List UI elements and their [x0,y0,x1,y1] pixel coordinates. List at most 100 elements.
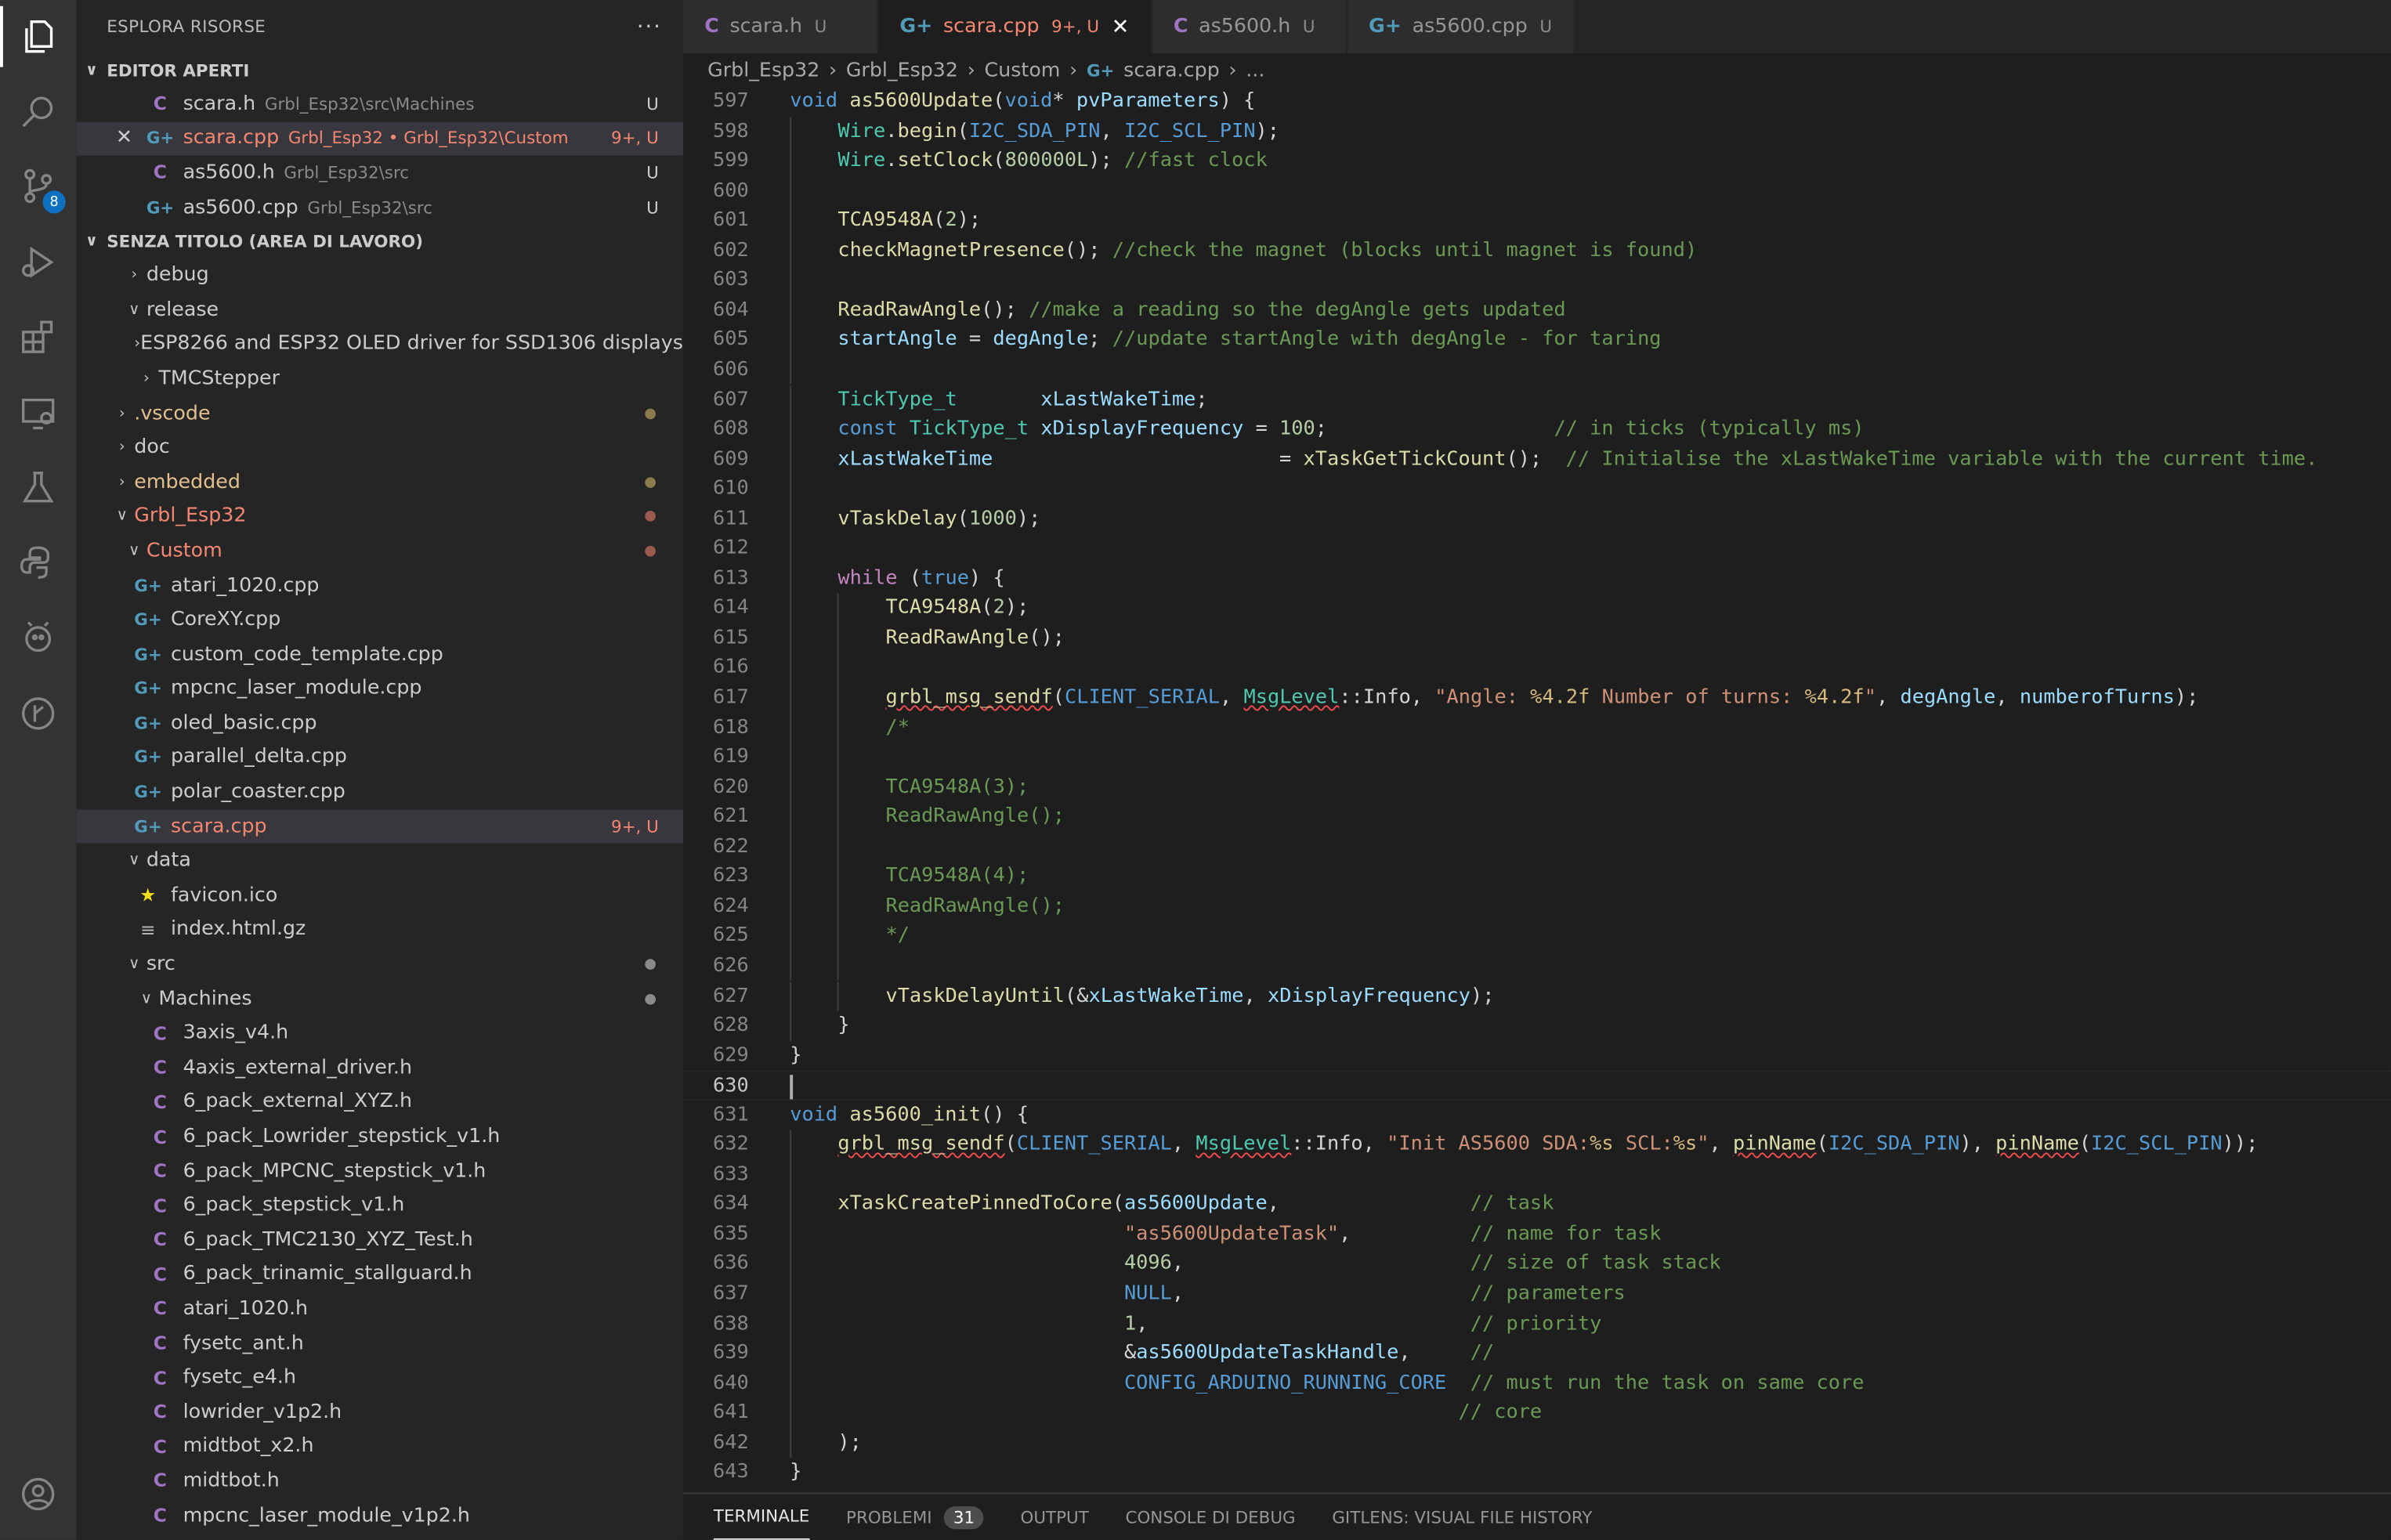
explorer-icon[interactable] [14,13,63,61]
folder-item[interactable]: › .vscode [76,396,683,431]
tab-status: U [1302,16,1315,37]
indent-guide [837,623,840,653]
breadcrumb-item[interactable]: scara.cpp [1123,59,1220,81]
file-item[interactable]: G+ parallel_delta.cpp [76,740,683,775]
line-number: 642 [712,1431,749,1455]
folder-item[interactable]: › embedded [76,465,683,500]
file-item[interactable]: C 6_pack_TMC2130_XYZ_Test.h [76,1223,683,1257]
breadcrumb-item[interactable]: Custom [985,59,1061,81]
open-editor-item[interactable]: Cas5600.h Grbl_Esp32\src U [76,156,683,190]
file-item[interactable]: C 6_pack_stepstick_v1.h [76,1188,683,1223]
file-item[interactable]: C 3axis_v4.h [76,1016,683,1050]
testing-icon[interactable] [14,464,63,512]
file-item[interactable]: Cmidtbot_x2.h [76,1430,683,1464]
file-item[interactable]: C 6_pack_trinamic_stallguard.h [76,1257,683,1292]
code-text: Wire.setClock(800000L); //fast clock [837,146,1267,176]
code-editor[interactable]: 597 void as5600Update(void* pvParameters)… [682,86,2391,1493]
editor-tabs: Cscara.h U G+ scara.cpp 9+, U ✕ Cas5600.h U G+ as… [682,0,2391,54]
tab-scara-cpp[interactable]: G+ scara.cpp 9+, U ✕ [878,0,1152,54]
python-icon[interactable] [14,538,63,587]
gitlens-icon[interactable] [14,689,63,738]
file-item[interactable]: C 6_pack_Lowrider_stepstick_v1.h [76,1119,683,1154]
remote-explorer-icon[interactable] [14,389,63,437]
file-item[interactable]: Cfysetc_e4.h [76,1361,683,1395]
file-item[interactable]: C 4axis_external_driver.h [76,1050,683,1085]
tab-scara-h[interactable]: Cscara.h U [682,0,879,54]
search-icon[interactable] [14,87,63,136]
account-icon[interactable] [14,1470,63,1518]
file-item[interactable]: Cfysetc_ant.h [76,1326,683,1361]
more-actions-icon[interactable]: ··· [637,14,662,38]
open-editor-item[interactable]: Cscara.h Grbl_Esp32\src\Machines U [76,87,683,121]
tab-as5600-cpp[interactable]: G+ as5600.cpp U [1347,0,1575,54]
folder-item[interactable]: ∨ src [76,947,683,981]
c-file-icon: C [153,1470,167,1492]
code-token: ; [1315,418,1554,441]
code-text: void as5600_init() { [790,1101,1029,1130]
code-text: */ [885,921,909,951]
file-item[interactable]: G+ polar_coaster.cpp [76,775,683,809]
close-icon[interactable]: ✕ [1112,14,1130,38]
folder-item[interactable]: › doc [76,431,683,465]
folder-item[interactable]: › ESP8266 and ESP32 OLED driver for SSD13… [76,327,683,362]
line-number: 622 [712,835,749,859]
file-item[interactable]: G+ scara.cpp 9+, U [76,809,683,844]
line-number: 625 [712,924,749,948]
file-item[interactable]: G+ oled_basic.cpp [76,706,683,740]
file-item[interactable]: G+ CoreXY.cpp [76,602,683,637]
code-token: ); [837,1431,862,1455]
file-item[interactable]: G+ atari_1020.cpp [76,568,683,602]
folder-item[interactable]: › TMCStepper [76,362,683,396]
line-number: 608 [712,418,749,441]
file-item[interactable]: G+ mpcnc_laser_module.cpp [76,671,683,706]
code-token: xDisplayFrequency [1040,418,1244,441]
code-token: // size of task stack [1470,1252,1721,1276]
code-text: grbl_msg_sendf(CLIENT_SERIAL, MsgLevel::… [837,1130,2258,1160]
file-item[interactable]: Cmidtbot.h [76,1464,683,1498]
panel-tab[interactable]: PROBLEMI 31 [846,1494,984,1539]
tree-item-label: 6_pack_external_XYZ.h [183,1090,413,1114]
panel-tab[interactable]: GITLENS: VISUAL FILE HISTORY [1332,1494,1592,1539]
close-icon[interactable]: ✕ [116,127,132,150]
code-text: } [790,1458,801,1488]
code-token: ; [1196,388,1208,411]
cpp-file-icon: G+ [134,644,162,665]
folder-item[interactable]: ∨ Grbl_Esp32 [76,500,683,534]
line-number: 611 [712,507,749,530]
file-item[interactable]: ★ favicon.ico [76,878,683,913]
folder-item[interactable]: ∨ Machines [76,981,683,1016]
code-line: 634 xTaskCreatePinnedToCore(as5600Update,… [683,1189,2391,1220]
folder-item[interactable]: ∨ data [76,844,683,878]
open-editor-item[interactable]: ✕ G+ scara.cpp Grbl_Esp32 • Grbl_Esp32\Cust… [76,121,683,156]
file-item[interactable]: G+ custom_code_template.cpp [76,637,683,671]
source-control-icon[interactable]: 8 [14,161,66,214]
code-token: pinName [1732,1133,1817,1156]
code-line: 618 /* [683,713,2391,743]
panel-tab[interactable]: OUTPUT [1021,1494,1089,1539]
open-editors-header[interactable]: ∨ EDITOR APERTI [76,53,683,87]
tree-item-label: fysetc_e4.h [183,1366,296,1390]
folder-item[interactable]: ∨ release [76,293,683,327]
code-token: , [1171,1282,1470,1306]
breadcrumb-item[interactable]: Grbl_Esp32 [846,59,958,81]
file-item[interactable]: Cmpcnc_laser_module_v1p2.h [76,1498,683,1533]
extensions-icon[interactable] [14,313,63,361]
platformio-icon[interactable] [14,613,63,661]
file-item[interactable]: ≡ index.html.gz [76,913,683,947]
tab-as5600-h[interactable]: Cas5600.h U [1152,0,1347,54]
file-item[interactable]: Clowrider_v1p2.h [76,1395,683,1430]
workspace-header[interactable]: ∨ SENZA TITOLO (AREA DI LAVORO) [76,225,683,258]
indent-guide [837,743,840,773]
open-editor-item[interactable]: G+ as5600.cpp Grbl_Esp32\src U [76,190,683,225]
breadcrumb-item[interactable]: Grbl_Esp32 [707,59,819,81]
panel-tab[interactable]: CONSOLE DI DEBUG [1126,1494,1296,1539]
code-token: // in ticks (typically ms) [1554,418,1865,441]
file-item[interactable]: C 6_pack_MPCNC_stepstick_v1.h [76,1154,683,1188]
folder-item[interactable]: ∨ Custom [76,533,683,568]
panel-tab[interactable]: TERMINALE [713,1494,810,1540]
folder-item[interactable]: › debug [76,258,683,293]
run-debug-icon[interactable] [14,238,63,287]
breadcrumb-item[interactable]: ... [1246,59,1264,81]
file-item[interactable]: C 6_pack_external_XYZ.h [76,1085,683,1119]
file-item[interactable]: Catari_1020.h [76,1292,683,1326]
